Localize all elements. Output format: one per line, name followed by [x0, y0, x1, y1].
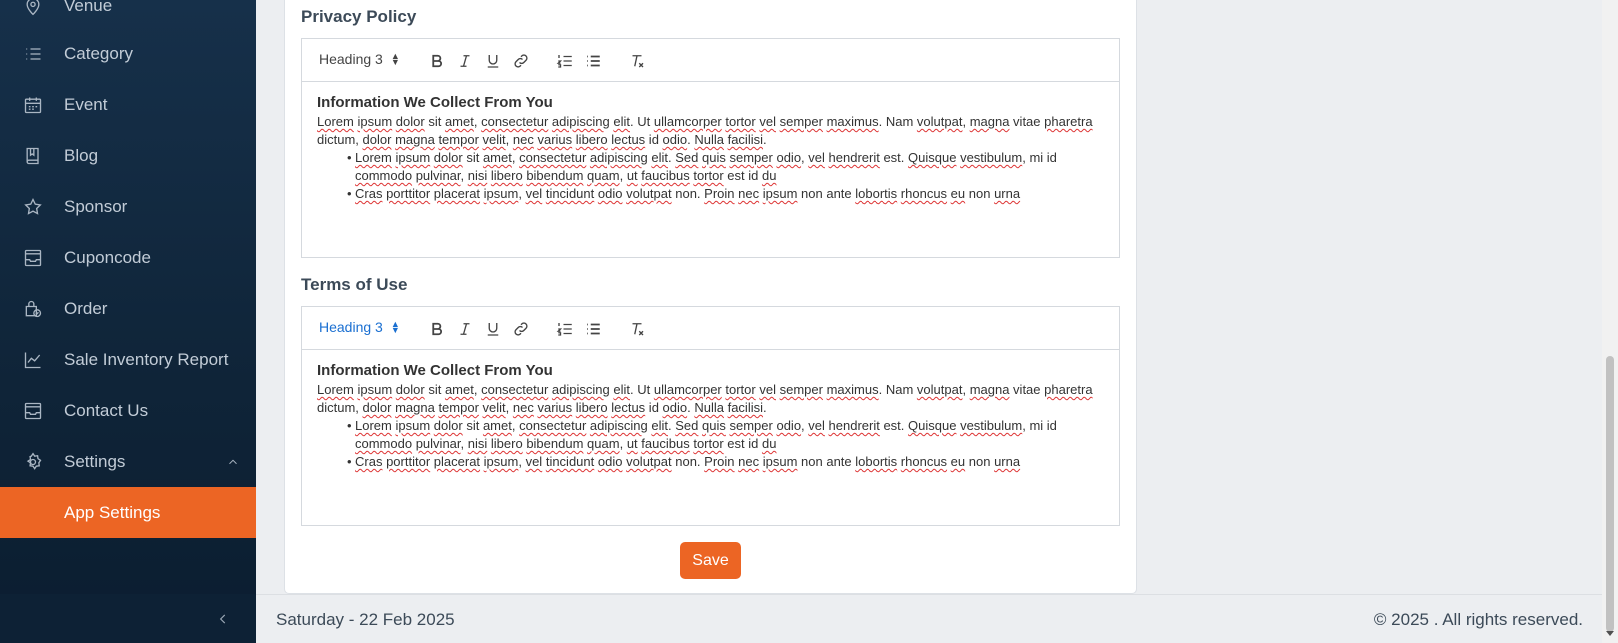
sidebar-item-blog[interactable]: Blog	[0, 130, 256, 181]
bold-button[interactable]	[426, 318, 448, 340]
sidebar-item-label: Venue	[64, 0, 113, 15]
heading-format-select[interactable]: Heading 3 ▲ ▼	[319, 51, 400, 67]
calendar-icon	[22, 94, 44, 116]
privacy-policy-editor[interactable]: Heading 3 ▲ ▼ Information We Collect From…	[301, 38, 1120, 258]
underline-button[interactable]	[482, 50, 504, 72]
italic-icon	[460, 323, 470, 335]
list-item: Lorem ipsum dolor sit amet, consectetur …	[347, 417, 1104, 453]
sidebar-item-event[interactable]: Event	[0, 79, 256, 130]
underline-icon	[487, 323, 499, 336]
privacy-policy-title: Privacy Policy	[301, 7, 417, 26]
heading-format-value: Heading 3	[319, 319, 383, 335]
star-icon	[22, 196, 44, 218]
page-scrollbar[interactable]	[1602, 0, 1618, 643]
shopping-bag-icon	[22, 298, 44, 320]
bullet-list-icon	[587, 55, 600, 67]
footer: Saturday - 22 Feb 2025 © 2025 . All righ…	[256, 594, 1602, 643]
bold-button[interactable]	[426, 50, 448, 72]
list-item: Lorem ipsum dolor sit amet, consectetur …	[347, 149, 1104, 185]
gear-icon	[22, 451, 44, 473]
content-paragraph: Lorem ipsum dolor sit amet, consectetur …	[317, 382, 1093, 415]
sidebar-item-cuponcode[interactable]: Cuponcode	[0, 232, 256, 283]
list-icon	[22, 43, 44, 65]
link-button[interactable]	[510, 50, 532, 72]
bold-icon	[432, 54, 442, 68]
chevron-left-icon	[219, 614, 226, 623]
save-button[interactable]: Save	[680, 542, 741, 579]
sidebar-item-order[interactable]: Order	[0, 283, 256, 334]
editor-content[interactable]: Information We Collect From You Lorem ip…	[302, 82, 1119, 215]
ordered-list-icon	[556, 55, 572, 68]
content-paragraph: Lorem ipsum dolor sit amet, consectetur …	[317, 114, 1093, 147]
content-heading: Information We Collect From You	[317, 94, 553, 111]
select-arrows-icon: ▲ ▼	[390, 51, 400, 67]
link-icon	[514, 54, 528, 68]
sidebar-item-label: Settings	[64, 451, 126, 471]
sidebar-item-label: Sponsor	[64, 196, 128, 216]
underline-icon	[487, 55, 499, 68]
italic-button[interactable]	[454, 50, 476, 72]
terms-of-use-title: Terms of Use	[301, 275, 408, 294]
heading-format-value: Heading 3	[319, 51, 383, 67]
scrollbar-thumb[interactable]	[1606, 356, 1614, 632]
bullet-list-button[interactable]	[582, 50, 604, 72]
sidebar-item-category[interactable]: Category	[0, 28, 256, 79]
content-heading: Information We Collect From You	[317, 362, 553, 379]
bold-icon	[432, 322, 442, 336]
clear-format-button[interactable]	[626, 318, 648, 340]
sidebar: Venue Category Event Blog Sponsor Cuponc…	[0, 0, 256, 643]
italic-icon	[460, 55, 470, 67]
sidebar-item-contact-us[interactable]: Contact Us	[0, 385, 256, 436]
content-list: Lorem ipsum dolor sit amet, consectetur …	[347, 417, 1104, 471]
location-pin-icon	[22, 0, 44, 17]
list-item: Cras porttitor placerat ipsum, vel tinci…	[347, 185, 1104, 203]
sidebar-item-settings[interactable]: Settings	[0, 436, 256, 487]
editor-content[interactable]: Information We Collect From You Lorem ip…	[302, 350, 1119, 483]
underline-button[interactable]	[482, 318, 504, 340]
sidebar-collapse-button[interactable]	[0, 594, 256, 643]
footer-date: Saturday - 22 Feb 2025	[276, 610, 455, 629]
sidebar-item-label: Cuponcode	[64, 247, 151, 267]
sidebar-item-sponsor[interactable]: Sponsor	[0, 181, 256, 232]
bullet-list-button[interactable]	[582, 318, 604, 340]
inbox-icon	[22, 400, 44, 422]
content-list: Lorem ipsum dolor sit amet, consectetur …	[347, 149, 1104, 203]
sidebar-item-app-settings[interactable]: App Settings	[0, 487, 256, 538]
clear-format-icon	[632, 55, 644, 68]
sidebar-item-label: App Settings	[64, 502, 161, 522]
sidebar-item-sale-inventory-report[interactable]: Sale Inventory Report	[0, 334, 256, 385]
sidebar-item-label: Contact Us	[64, 400, 149, 420]
editor-toolbar: Heading 3 ▲ ▼	[302, 39, 1119, 82]
sidebar-item-label: Category	[64, 43, 133, 63]
ordered-list-button[interactable]	[554, 50, 576, 72]
sidebar-item-label: Blog	[64, 145, 99, 165]
sidebar-item-label: Order	[64, 298, 108, 318]
editor-toolbar: Heading 3 ▲ ▼	[302, 307, 1119, 350]
italic-button[interactable]	[454, 318, 476, 340]
chevron-up-icon	[226, 454, 240, 474]
ordered-list-button[interactable]	[554, 318, 576, 340]
sidebar-item-venue[interactable]: Venue	[0, 0, 256, 31]
heading-format-select[interactable]: Heading 3 ▲ ▼	[319, 319, 400, 335]
clear-format-button[interactable]	[626, 50, 648, 72]
ordered-list-icon	[556, 323, 572, 336]
list-item: Cras porttitor placerat ipsum, vel tinci…	[347, 453, 1104, 471]
terms-of-use-editor[interactable]: Heading 3 ▲ ▼ Information We Collect From…	[301, 306, 1120, 526]
sidebar-item-label: Event	[64, 94, 108, 114]
select-arrows-icon: ▲ ▼	[390, 319, 400, 335]
scroll-down-arrow-icon[interactable]	[1606, 631, 1614, 636]
line-chart-icon	[22, 349, 44, 371]
link-icon	[514, 322, 528, 336]
sidebar-item-label: Sale Inventory Report	[64, 349, 229, 369]
clear-format-icon	[632, 323, 644, 336]
footer-copyright: © 2025 . All rights reserved.	[1373, 610, 1583, 629]
inbox-icon	[22, 247, 44, 269]
book-icon	[22, 145, 44, 167]
link-button[interactable]	[510, 318, 532, 340]
bullet-list-icon	[587, 323, 600, 335]
